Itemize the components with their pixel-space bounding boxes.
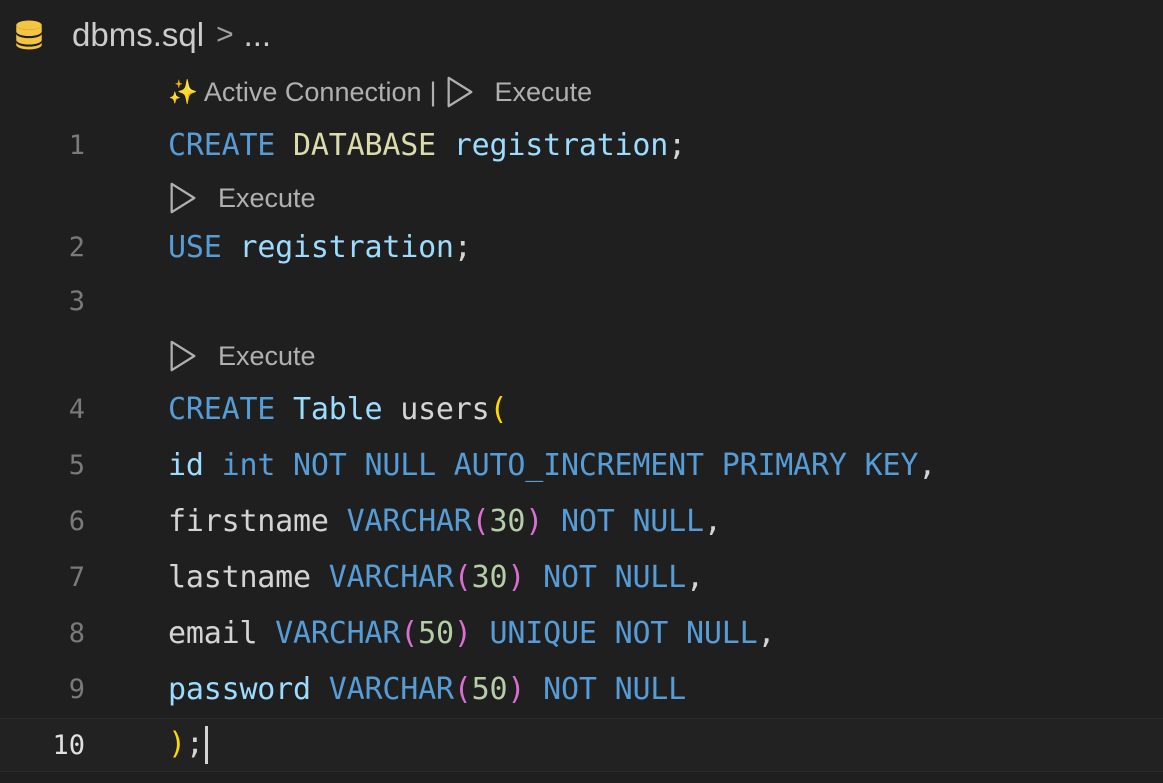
- code-token: 30: [471, 559, 508, 595]
- code-token: 30: [489, 503, 526, 539]
- code-editor[interactable]: ✨ Active Connection | Execute 1 CREATE D…: [0, 66, 1163, 783]
- line-number: 3: [68, 285, 85, 317]
- code-token: ,: [703, 503, 722, 539]
- text-cursor: [204, 726, 208, 764]
- line-number: 1: [68, 129, 85, 161]
- code-token: ): [525, 503, 544, 539]
- code-text[interactable]: firstname VARCHAR(30) NOT NULL,: [168, 504, 722, 539]
- code-token: ;: [668, 127, 687, 163]
- code-token: (: [471, 503, 490, 539]
- code-line[interactable]: 4 CREATE Table users(: [0, 382, 1163, 436]
- line-number: 9: [68, 673, 85, 705]
- code-token: ,: [918, 447, 937, 483]
- execute-link[interactable]: Execute: [495, 77, 593, 108]
- code-token: email: [168, 615, 276, 651]
- code-token: ): [168, 726, 186, 762]
- code-line[interactable]: 7 lastname VARCHAR(30) NOT NULL,: [0, 550, 1163, 604]
- code-token: int NOT NULL AUTO_INCREMENT PRIMARY KEY: [221, 447, 919, 483]
- code-line[interactable]: 3: [0, 274, 1163, 328]
- play-icon[interactable]: [445, 75, 475, 109]
- code-token: (: [400, 615, 419, 651]
- code-token: registration: [453, 127, 669, 163]
- code-token: firstname: [168, 503, 347, 539]
- codelens-line-2: Execute: [0, 172, 1163, 224]
- code-text[interactable]: password VARCHAR(50) NOT NULL: [168, 672, 686, 707]
- code-token: USE: [168, 229, 240, 265]
- execute-link[interactable]: Execute: [218, 341, 316, 372]
- code-text[interactable]: CREATE Table users(: [168, 391, 508, 427]
- code-token: VARCHAR: [328, 559, 454, 595]
- play-icon[interactable]: [168, 181, 198, 215]
- code-token: ;: [453, 229, 472, 265]
- code-text[interactable]: USE registration;: [168, 230, 472, 265]
- code-token: ): [453, 615, 472, 651]
- code-text[interactable]: CREATE DATABASE registration;: [168, 128, 686, 163]
- code-token: (: [453, 671, 472, 707]
- code-line-current[interactable]: 10 );: [0, 718, 1163, 772]
- code-token: DATABASE: [293, 127, 454, 163]
- code-token: NOT NULL: [543, 503, 704, 539]
- code-token: ,: [686, 559, 704, 595]
- line-number: 4: [68, 393, 85, 425]
- code-token: (: [453, 559, 472, 595]
- code-line[interactable]: 6 firstname VARCHAR(30) NOT NULL,: [0, 494, 1163, 548]
- active-connection-link[interactable]: Active Connection: [204, 77, 422, 108]
- breadcrumb: dbms.sql > ...: [0, 0, 1163, 70]
- code-token: CREATE: [168, 391, 294, 427]
- code-line[interactable]: 8 email VARCHAR(50) UNIQUE NOT NULL,: [0, 606, 1163, 660]
- code-token: 50: [471, 671, 508, 707]
- code-token: VARCHAR: [328, 671, 454, 707]
- code-token: registration: [239, 229, 454, 265]
- code-line[interactable]: 9 password VARCHAR(50) NOT NULL: [0, 662, 1163, 716]
- code-text[interactable]: );: [168, 726, 208, 764]
- line-number: 7: [68, 561, 85, 593]
- breadcrumb-separator: >: [216, 18, 234, 51]
- codelens-line-4: Execute: [0, 330, 1163, 382]
- code-token: ): [507, 559, 526, 595]
- line-number: 5: [68, 449, 85, 481]
- breadcrumb-file[interactable]: dbms.sql: [72, 16, 204, 54]
- code-token: VARCHAR: [346, 503, 472, 539]
- code-token: NOT NULL: [525, 671, 687, 707]
- database-icon: [16, 20, 42, 50]
- code-token: ,: [757, 615, 776, 651]
- code-line[interactable]: 1 CREATE DATABASE registration;: [0, 118, 1163, 172]
- code-token: UNIQUE NOT NULL: [471, 615, 758, 651]
- code-token: CREATE: [168, 127, 294, 163]
- code-token: 50: [418, 615, 454, 651]
- execute-link[interactable]: Execute: [218, 183, 316, 214]
- code-line[interactable]: 2 USE registration;: [0, 220, 1163, 274]
- code-text[interactable]: email VARCHAR(50) UNIQUE NOT NULL,: [168, 615, 776, 651]
- code-token: id: [168, 447, 222, 483]
- line-number: 6: [68, 505, 85, 537]
- code-line[interactable]: 5 id int NOT NULL AUTO_INCREMENT PRIMARY…: [0, 438, 1163, 492]
- code-token: users: [400, 391, 490, 427]
- sparkle-icon: ✨: [168, 78, 198, 106]
- line-number: 2: [68, 231, 85, 263]
- breadcrumb-symbols[interactable]: ...: [244, 16, 272, 54]
- play-icon[interactable]: [168, 339, 198, 373]
- code-token: VARCHAR: [275, 615, 401, 651]
- code-text[interactable]: lastname VARCHAR(30) NOT NULL,: [168, 560, 704, 595]
- code-token: Table: [293, 391, 401, 427]
- line-number: 10: [52, 729, 85, 761]
- code-token: ;: [185, 726, 204, 762]
- code-token: lastname: [168, 559, 329, 595]
- code-token: password: [168, 671, 329, 707]
- code-token: ): [507, 671, 526, 707]
- code-token: (: [489, 391, 508, 427]
- codelens-line-1: ✨ Active Connection | Execute: [0, 66, 1163, 118]
- code-text[interactable]: id int NOT NULL AUTO_INCREMENT PRIMARY K…: [168, 448, 936, 483]
- code-token: NOT NULL: [525, 559, 687, 595]
- line-number: 8: [68, 617, 85, 649]
- codelens-separator: |: [429, 76, 437, 107]
